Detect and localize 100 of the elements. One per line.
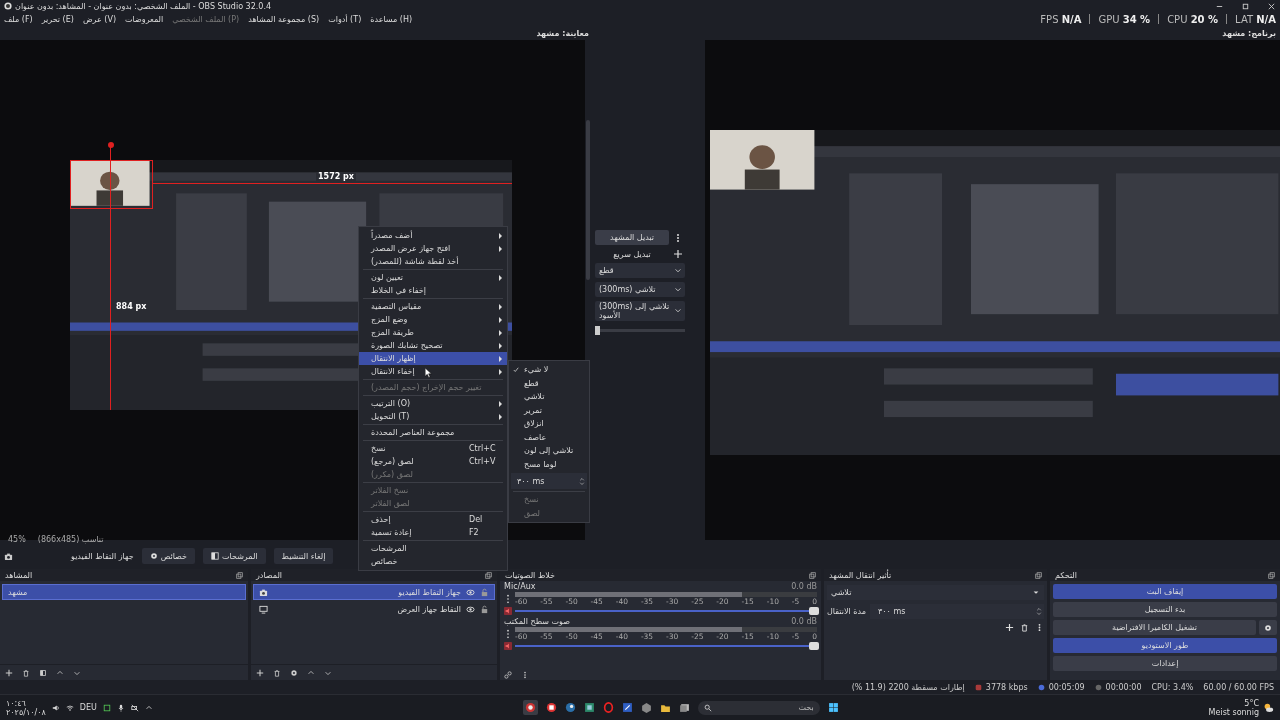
menu-item[interactable]: إظهار الانتقال	[359, 352, 507, 365]
app-icon[interactable]	[545, 702, 557, 713]
menu-item[interactable]: تمرير	[509, 403, 589, 417]
duration-spinbox[interactable]: ٣٠٠ ms	[511, 473, 587, 489]
scene-item[interactable]: مشهد	[2, 584, 246, 600]
menu-item[interactable]: لا شيء	[509, 363, 589, 377]
quick-transition-dropdown[interactable]: (300ms) تلاشي إلى الأسود	[595, 301, 685, 321]
trash-icon[interactable]	[1020, 623, 1029, 632]
filter-icon[interactable]	[39, 668, 47, 677]
menu-item[interactable]: أخذ لقطة شاشة (للمصدر)	[359, 255, 507, 268]
menu-item[interactable]: تعيين لون	[359, 271, 507, 284]
undock-icon[interactable]	[485, 571, 492, 579]
quick-transition-dropdown[interactable]: (300ms) تلاشي	[595, 282, 685, 297]
menu-item[interactable]: المعروضات	[125, 14, 164, 24]
control-button[interactable]: إيقاف البث	[1053, 584, 1277, 599]
settings-button[interactable]	[1259, 620, 1277, 635]
selection-box[interactable]	[70, 160, 153, 209]
sun-cloud-icon[interactable]	[1263, 702, 1274, 713]
speaker-icon[interactable]	[504, 641, 512, 651]
zoom-level[interactable]: 45%	[8, 535, 26, 544]
speaker-icon[interactable]	[51, 703, 60, 712]
t-bar-handle[interactable]	[595, 326, 600, 335]
windows-icon[interactable]	[827, 702, 839, 713]
folder-icon[interactable]	[659, 702, 671, 713]
toolbar-button[interactable]: المرشحات	[203, 548, 266, 564]
undock-icon[interactable]	[1268, 571, 1275, 579]
add-icon[interactable]	[5, 668, 13, 677]
menu-item[interactable]: (E) تحرير	[41, 14, 74, 24]
menu-item[interactable]: أضف مصدراً	[359, 229, 507, 242]
menu-item[interactable]: مقياس التصفية	[359, 300, 507, 313]
clock-date[interactable]: ٢٠٢٥/١٠/٠٨	[6, 707, 46, 717]
close-icon[interactable]	[1267, 1, 1276, 11]
weather-condition[interactable]: Meist sonnig	[1208, 707, 1259, 717]
lock-icon[interactable]	[480, 587, 489, 597]
add-icon[interactable]	[673, 249, 683, 259]
transition-dropdown[interactable]: تلاشي	[827, 585, 1044, 600]
menu-item[interactable]: التحويل (T)	[359, 410, 507, 423]
eye-icon[interactable]	[466, 604, 475, 614]
switch-scene-button[interactable]: تبديل المشهد	[595, 230, 669, 245]
more-icon[interactable]	[504, 629, 512, 639]
lock-icon[interactable]	[480, 604, 489, 614]
up-icon[interactable]	[307, 668, 315, 677]
menu-item[interactable]: خصائص	[359, 555, 507, 568]
toolbar-button[interactable]: خصائص	[141, 548, 195, 564]
keyboard-language[interactable]: DEU	[79, 703, 97, 712]
link-icon[interactable]	[504, 671, 512, 679]
menu-item[interactable]: افتح جهاز عرض المصدر	[359, 242, 507, 255]
temperature[interactable]: 5°C	[1244, 698, 1259, 708]
menu-item[interactable]: قطع	[509, 376, 589, 390]
rotation-handle[interactable]	[108, 142, 114, 148]
microphone-icon[interactable]	[116, 703, 125, 712]
menu-item[interactable]: مجموعة العناصر المحددة	[359, 426, 507, 439]
control-button[interactable]: بدء التسجيل	[1053, 602, 1277, 617]
speaker-icon[interactable]	[504, 606, 512, 616]
control-button[interactable]: طور الاستوديو	[1053, 638, 1277, 653]
more-icon[interactable]	[504, 594, 512, 604]
add-icon[interactable]	[1005, 623, 1014, 632]
control-button[interactable]: إعدادات	[1053, 656, 1277, 671]
clock-time[interactable]: ١٠:٤٦	[6, 698, 46, 708]
menu-item[interactable]: الترتيب (O)	[359, 397, 507, 410]
more-icon[interactable]	[521, 671, 529, 679]
trash-icon[interactable]	[273, 668, 281, 677]
source-item[interactable]: جهاز التقاط الفيديو	[253, 584, 495, 600]
menu-item[interactable]: (V) عرض	[82, 14, 117, 24]
app-icon[interactable]	[522, 700, 538, 715]
trash-icon[interactable]	[22, 668, 30, 677]
menu-item[interactable]: المرشحات	[359, 542, 507, 555]
app-icon[interactable]	[621, 702, 633, 713]
quick-transition-dropdown[interactable]: قطع	[595, 263, 685, 278]
camera-off-icon[interactable]	[130, 703, 139, 712]
app-tray-icon[interactable]	[102, 703, 111, 712]
restore-icon[interactable]	[1241, 1, 1250, 11]
undock-icon[interactable]	[809, 571, 816, 579]
menu-item[interactable]: تصحيح تشابك الصورة	[359, 339, 507, 352]
control-button[interactable]: تشغيل الكاميرا الافتراضية	[1053, 620, 1256, 635]
menu-item[interactable]: وضع المزج	[359, 313, 507, 326]
menu-item[interactable]: إخفاء الانتقال	[359, 365, 507, 378]
source-item[interactable]: التقاط جهاز العرض	[253, 601, 495, 617]
undock-icon[interactable]	[1035, 571, 1042, 579]
app-icon[interactable]	[564, 702, 576, 713]
menu-item[interactable]: تلاشي	[509, 390, 589, 404]
menu-item[interactable]: (T) أدوات	[328, 14, 362, 24]
menu-item[interactable]: إخفاء في الخلاط	[359, 284, 507, 297]
add-icon[interactable]	[256, 668, 264, 677]
eye-icon[interactable]	[466, 587, 475, 597]
menu-item[interactable]: طريقة المزج	[359, 326, 507, 339]
menu-item[interactable]: انزلاق	[509, 417, 589, 431]
menu-item[interactable]: عاصف	[509, 430, 589, 444]
app-icon[interactable]	[678, 702, 690, 713]
undock-icon[interactable]	[236, 571, 243, 579]
menu-item[interactable]: لوما مسح	[509, 457, 589, 471]
menu-item[interactable]: (F) ملف	[4, 14, 33, 24]
menu-item[interactable]: تلاشي إلى لون	[509, 444, 589, 458]
wifi-icon[interactable]	[65, 703, 74, 712]
search-field[interactable]: بحث	[697, 700, 820, 715]
up-icon[interactable]	[56, 668, 64, 677]
app-icon[interactable]	[583, 702, 595, 713]
menu-item[interactable]: (H) مساعدة	[370, 14, 413, 24]
toolbar-button[interactable]: إلغاء التنشيط	[273, 548, 334, 564]
menu-item[interactable]: (S) مجموعة المشاهد	[248, 14, 320, 24]
